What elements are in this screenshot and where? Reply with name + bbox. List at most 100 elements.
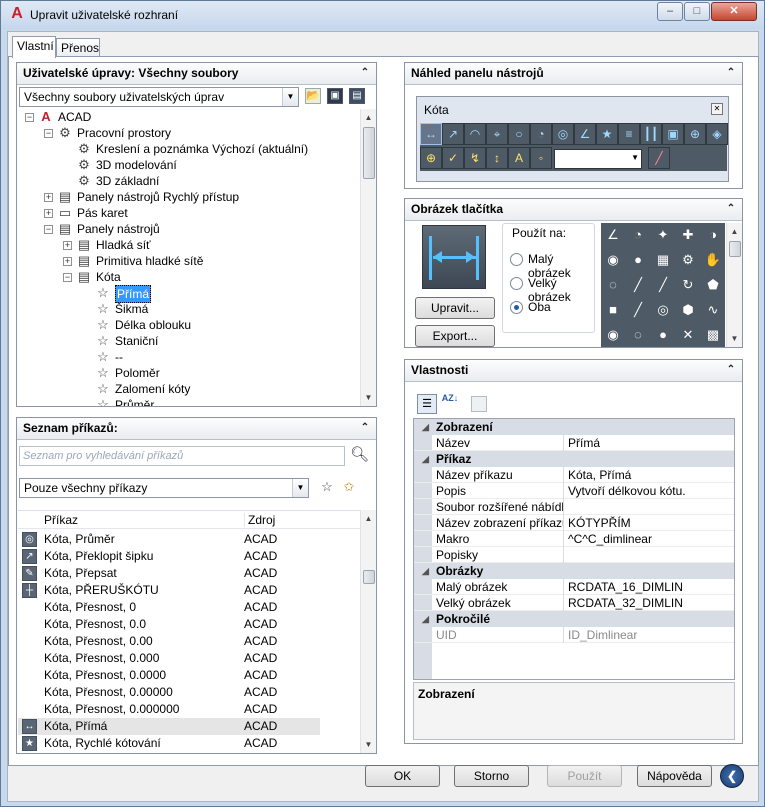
tree-expander-icon[interactable]: − [44,225,53,234]
tree-item[interactable]: ☆ Délka oblouku [18,317,360,333]
gallery-image-icon[interactable]: ◉ [601,248,625,272]
cancel-button[interactable]: Storno [454,765,529,787]
export-button[interactable]: Export... [415,325,495,347]
table-row[interactable]: Kóta, Přesnost, 0.000 ACAD [18,650,360,667]
scroll-down-icon[interactable]: ▼ [361,736,376,753]
gallery-image-icon[interactable]: ⬟ [701,273,725,297]
property-value[interactable]: Přímá [568,435,600,451]
tree-item[interactable]: ☆ Průměr [18,397,360,406]
customizations-tree[interactable]: − A ACAD − ⚙ Pracovní prostory ⚙ Kreslení a poz… [18,109,360,406]
col-command[interactable]: Příkaz [44,513,78,527]
collapse-triangle-icon[interactable]: ◢ [422,419,429,435]
scroll-down-icon[interactable]: ▼ [727,330,742,347]
gallery-image-icon[interactable]: ∠ [601,223,625,247]
toolbar-tool-icon[interactable]: ⊕ [684,123,706,145]
property-row[interactable]: Popisky [414,547,734,563]
collapse-icon[interactable]: ⌃ [724,201,738,217]
table-row[interactable]: Kóta, Přesnost, 0.00 ACAD [18,633,360,650]
toolbar-tool-icon[interactable]: ◎ [552,123,574,145]
radio-both-label[interactable]: Oba [528,300,551,314]
property-value[interactable]: RCDATA_16_DIMLIN [568,579,683,595]
collapse-icon[interactable]: ⌃ [358,65,372,81]
tab-prenos[interactable]: Přenos [56,38,100,58]
radio-both[interactable] [510,301,523,314]
property-value[interactable]: RCDATA_32_DIMLIN [568,595,683,611]
dimstyle-combo[interactable]: ▼ [554,149,642,169]
toolbar-tool-icon[interactable]: ★ [596,123,618,145]
collapse-triangle-icon[interactable]: ◢ [422,611,429,627]
gallery-image-icon[interactable]: ▩ [701,323,725,347]
image-gallery[interactable]: ∠ ◔ ✦ ✚ ◑ ◉ ● ▦ ⚙ ✋ ◌ ╱ ╱ ↻ ⬟ ■ ╱ ◎ ⬢ ∿ ◉ ◌ ● ✕ ▩ [601,223,725,347]
toolbar-tool-icon[interactable]: ⌖ [486,123,508,145]
toolbar-tool-icon[interactable]: ⊕ [420,147,442,169]
toolbar-tool-icon[interactable]: ↯ [464,147,486,169]
chevron-down-icon[interactable]: ▼ [631,153,639,162]
tree-item[interactable]: ⚙ 3D základní [18,173,360,189]
property-row[interactable]: Velký obrázek RCDATA_32_DIMLIN [414,595,734,611]
gallery-scrollbar[interactable]: ▲ ▼ [726,223,742,347]
gallery-image-icon[interactable]: ● [626,248,650,272]
table-row[interactable]: Kóta, Přesnost, 0.0 ACAD [18,616,360,633]
scroll-thumb[interactable] [363,127,375,179]
sort-az-icon[interactable]: AZ↓ [440,394,460,414]
tree-item[interactable]: ⚙ Kreslení a poznámka Výchozí (aktuální) [18,141,360,157]
gallery-image-icon[interactable]: ◌ [626,323,650,347]
apply-button[interactable]: Použít [547,765,622,787]
customization-file-combo[interactable]: Všechny soubory uživatelských úprav ▼ [19,87,299,107]
chevron-down-icon[interactable]: ▼ [292,479,308,497]
toolbar-tool-icon[interactable]: ≡ [618,123,640,145]
categorized-icon[interactable]: ☰ [417,394,437,414]
radio-small-image[interactable] [510,253,523,266]
toolbar-close-icon[interactable]: ✕ [711,103,723,115]
toolbar-tool-icon[interactable]: ∠ [574,123,596,145]
tree-expander-icon[interactable]: + [44,193,53,202]
tree-item[interactable]: − A ACAD [18,109,360,125]
command-scrollbar[interactable]: ▲ ▼ [360,510,376,753]
gallery-image-icon[interactable]: ╱ [651,273,675,297]
scroll-up-icon[interactable]: ▲ [361,109,376,126]
tree-item[interactable]: ☆ -- [18,349,360,365]
scroll-up-icon[interactable]: ▲ [727,223,742,240]
edit-button[interactable]: Upravit... [415,297,495,319]
tree-expander-icon[interactable]: − [44,129,53,138]
tree-item[interactable]: ☆ Šikmá [18,301,360,317]
property-value[interactable]: ^C^C_dimlinear [568,531,652,547]
toolbar-tool-icon[interactable]: ┃┃ [640,123,662,145]
tree-item[interactable]: ☆ Staniční [18,333,360,349]
minimize-button[interactable]: – [657,2,683,21]
collapse-triangle-icon[interactable]: ◢ [422,451,429,467]
gallery-image-icon[interactable]: ◑ [701,223,725,247]
toolbar-tool-icon[interactable]: ○ [508,123,530,145]
collapse-triangle-icon[interactable]: ◢ [422,563,429,579]
tree-item[interactable]: + ▭ Pás karet [18,205,360,221]
maximize-button[interactable]: □ [684,2,710,21]
toolbar-tool-icon[interactable]: ↗ [442,123,464,145]
toolbar-tool-icon[interactable]: ↔ [420,123,442,145]
toolbar-tool-icon[interactable]: ↕ [486,147,508,169]
gallery-image-icon[interactable]: ◉ [601,323,625,347]
tree-item[interactable]: ☆ Zalomení kóty [18,381,360,397]
table-row[interactable]: ↔ Kóta, Přímá ACAD [18,718,320,735]
property-row[interactable]: Makro ^C^C_dimlinear [414,531,734,547]
property-row[interactable]: Malý obrázek RCDATA_16_DIMLIN [414,579,734,595]
tab-vlastni[interactable]: Vlastní [12,36,56,58]
find-command-icon[interactable]: ☆ [319,479,335,495]
property-category[interactable]: ◢ Zobrazení [414,419,734,435]
property-value[interactable]: KÓTYPŘÍM [568,515,631,531]
tree-expander-icon[interactable]: + [63,257,72,266]
table-row[interactable]: ★ Kóta, Rychlé kótování ACAD [18,735,360,752]
gallery-image-icon[interactable]: ▦ [651,248,675,272]
gallery-image-icon[interactable]: ⬢ [676,298,700,322]
property-row[interactable]: Název zobrazení příkazu KÓTYPŘÍM [414,515,734,531]
table-row[interactable]: ↗ Kóta, Překlopit šipku ACAD [18,548,360,565]
table-row[interactable]: Kóta, Přesnost, 0.0000 ACAD [18,667,360,684]
new-command-icon[interactable]: ✩ [341,479,357,495]
back-icon[interactable]: ❮ [720,764,744,788]
command-search-input[interactable]: Seznam pro vyhledávání příkazů [19,446,345,466]
close-button[interactable]: ✕ [711,2,757,21]
gallery-image-icon[interactable]: ✚ [676,223,700,247]
toolbar-tool-icon[interactable]: ◦ [530,147,552,169]
gallery-image-icon[interactable]: ╱ [626,273,650,297]
property-row[interactable]: Název Přímá [414,435,734,451]
table-row[interactable]: Kóta, Přesnost, 0 ACAD [18,599,360,616]
